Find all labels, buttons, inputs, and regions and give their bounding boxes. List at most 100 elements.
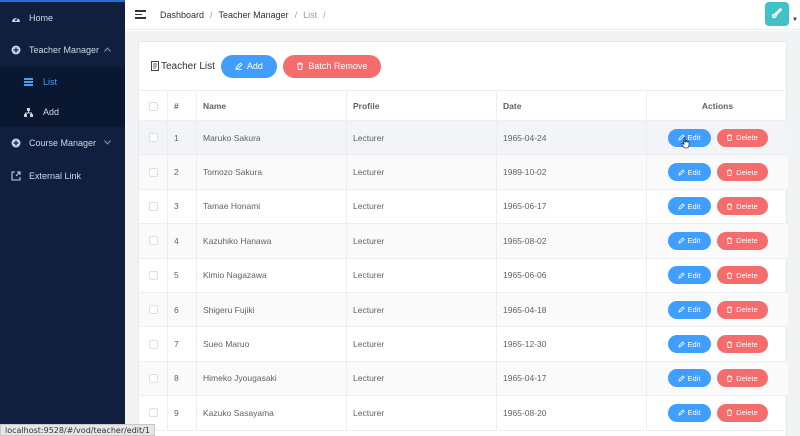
row-checkbox[interactable] xyxy=(148,373,158,383)
tree-icon xyxy=(24,107,33,117)
edit-icon xyxy=(235,62,243,70)
sidebar-item-label: External Link xyxy=(29,171,82,181)
delete-button[interactable]: Delete xyxy=(716,335,768,354)
row-checkbox[interactable] xyxy=(148,408,158,418)
trash-icon xyxy=(726,169,733,176)
delete-button[interactable]: Delete xyxy=(716,369,768,388)
row-checkbox-cell xyxy=(139,121,168,155)
edit-button[interactable]: Edit xyxy=(667,266,711,285)
row-checkbox[interactable] xyxy=(148,305,158,315)
table-row: 5 Kimio Nagazawa Lecturer 1965-06-06 Edit Del… xyxy=(139,258,788,293)
sidebar-item-list[interactable]: List xyxy=(0,67,125,97)
select-all-checkbox[interactable] xyxy=(148,101,158,111)
delete-button[interactable]: Delete xyxy=(716,197,768,216)
row-profile: Lecturer xyxy=(347,327,497,361)
row-number: 3 xyxy=(168,189,197,224)
table-header-row: # Name Profile Date Actions xyxy=(139,92,788,121)
breadcrumb-separator: / xyxy=(294,9,298,20)
card-header: Teacher List Add Batch Remove xyxy=(139,42,788,91)
plus-circle-icon xyxy=(11,138,21,148)
teacher-list-card: Teacher List Add Batch Remove # Name Pro xyxy=(138,41,788,436)
dashboard-icon xyxy=(11,13,21,23)
edit-button[interactable]: Edit xyxy=(667,300,711,319)
row-number: 2 xyxy=(168,155,197,189)
add-button[interactable]: Add xyxy=(220,54,277,78)
row-number: 1 xyxy=(168,121,197,155)
delete-button-label: Delete xyxy=(736,167,758,177)
edit-icon xyxy=(677,168,685,176)
delete-button[interactable]: Delete xyxy=(716,128,768,147)
edit-icon xyxy=(677,306,685,313)
row-checkbox-cell xyxy=(139,224,168,258)
row-checkbox[interactable] xyxy=(148,236,158,246)
edit-button-label: Edit xyxy=(687,339,701,349)
row-profile: Lecturer xyxy=(347,224,497,258)
row-checkbox[interactable] xyxy=(148,167,158,177)
row-profile: Lecturer xyxy=(347,292,497,327)
caret-down-icon[interactable]: ▼ xyxy=(792,17,798,23)
delete-button-label: Delete xyxy=(736,373,758,383)
edit-button[interactable]: Edit xyxy=(667,231,711,250)
row-date: 1965-04-24 xyxy=(497,121,647,155)
delete-button[interactable]: Delete xyxy=(716,231,768,250)
delete-button[interactable]: Delete xyxy=(716,403,768,422)
sidebar-item-teacher-manager[interactable]: Teacher Manager xyxy=(0,34,125,66)
row-actions: Edit Delete xyxy=(647,190,788,223)
edit-icon xyxy=(677,203,685,210)
trash-icon xyxy=(726,306,733,314)
header-checkbox-cell xyxy=(139,92,168,120)
breadcrumb-separator: / xyxy=(323,9,326,20)
edit-button-label: Edit xyxy=(687,270,701,280)
row-checkbox[interactable] xyxy=(148,133,158,143)
hand-cursor-icon xyxy=(681,137,690,149)
delete-button[interactable]: Delete xyxy=(716,163,768,182)
edit-button[interactable]: Edit xyxy=(667,163,711,182)
batch-remove-button[interactable]: Batch Remove xyxy=(282,54,381,78)
table-row: 6 Shigeru Fujiki Lecturer 1965-04-18 Edit Del… xyxy=(139,292,788,328)
table-row: 7 Sueo Maruo Lecturer 1965-12-30 Edit Delete xyxy=(139,327,788,362)
breadcrumb-separator: / xyxy=(210,9,213,20)
table-row: 8 Himeko Jyougasaki Lecturer 1965-04-17 Edit… xyxy=(139,361,788,397)
breadcrumb-dashboard[interactable]: Dashboard xyxy=(160,10,204,20)
sidebar-item-home[interactable]: Home xyxy=(0,2,125,34)
row-checkbox[interactable] xyxy=(148,201,158,211)
edit-icon xyxy=(677,409,685,416)
row-name: Tomozo Sakura xyxy=(197,155,347,189)
table-row: 9 Kazuko Sasayama Lecturer 1965-08-20 Edit De… xyxy=(139,396,788,431)
external-link-icon xyxy=(11,171,21,181)
row-checkbox[interactable] xyxy=(148,270,158,280)
browser-status-url: localhost:9528/#/vod/teacher/edit/1 xyxy=(0,424,155,436)
row-name: Kimio Nagazawa xyxy=(197,258,347,292)
sidebar-item-external-link[interactable]: External Link xyxy=(0,160,125,192)
row-date: 1965-04-18 xyxy=(497,292,647,327)
avatar[interactable] xyxy=(765,2,789,26)
edit-button[interactable]: Edit xyxy=(667,335,711,354)
sidebar-item-course-manager[interactable]: Course Manager xyxy=(0,127,125,159)
delete-button-label: Delete xyxy=(736,339,758,349)
trash-icon xyxy=(726,409,733,417)
row-name: Kazuhiko Hanawa xyxy=(197,224,347,258)
row-date: 1965-06-17 xyxy=(497,189,647,224)
edit-button[interactable]: Edit xyxy=(667,403,711,422)
sidebar-item-add[interactable]: Add xyxy=(0,97,125,127)
card-title-text: Teacher List xyxy=(161,60,215,72)
row-checkbox[interactable] xyxy=(148,339,158,349)
row-actions: Edit Delete xyxy=(647,121,788,154)
edit-icon xyxy=(677,237,685,245)
trash-icon xyxy=(726,341,733,348)
trash-icon xyxy=(296,62,304,70)
row-name: Kazuko Sasayama xyxy=(197,396,347,430)
edit-button[interactable]: Edit xyxy=(667,369,711,388)
edit-button-label: Edit xyxy=(687,167,701,177)
column-header-actions: Actions xyxy=(701,101,734,111)
row-actions: Edit Delete xyxy=(647,327,788,360)
delete-button[interactable]: Delete xyxy=(716,266,768,285)
hamburger-icon[interactable] xyxy=(135,10,146,19)
row-actions: Edit Delete xyxy=(647,259,788,292)
edit-icon xyxy=(677,272,685,279)
row-date: 1965-08-20 xyxy=(497,396,647,430)
edit-button[interactable]: Edit xyxy=(667,197,711,216)
breadcrumb-teacher-manager[interactable]: Teacher Manager xyxy=(219,10,289,20)
delete-button[interactable]: Delete xyxy=(716,300,768,319)
delete-button-label: Delete xyxy=(736,236,758,246)
